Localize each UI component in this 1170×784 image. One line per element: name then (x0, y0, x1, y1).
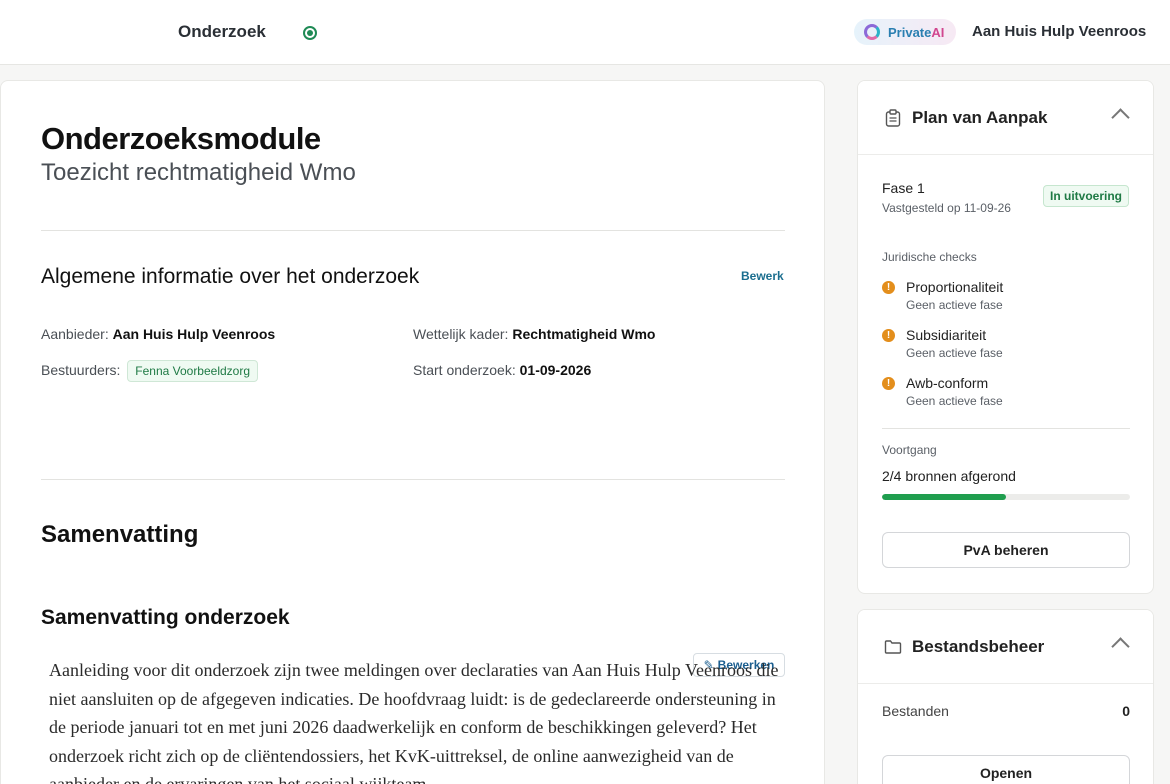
check-name: Proportionaliteit (906, 279, 1004, 295)
plan-title: Plan van Aanpak (912, 107, 1048, 127)
directors-info: Bestuurders: Fenna Voorbeeldzorg (41, 360, 259, 382)
phase-status-badge: In uitvoering (1043, 185, 1129, 207)
provider-info: Aanbieder: Aan Huis Hulp Veenroos (41, 326, 275, 342)
summary-subheading: Samenvatting onderzoek (41, 606, 290, 629)
clipboard-icon (884, 108, 902, 127)
files-label: Bestanden (882, 703, 949, 719)
progress-text: 2/4 bronnen afgerond (882, 468, 1016, 484)
legal-label: Wettelijk kader: (413, 326, 509, 342)
chevron-up-icon[interactable] (1111, 108, 1130, 127)
check-item: ! Subsidiariteit Geen actieve fase (882, 327, 1003, 360)
progress-fill (882, 494, 1006, 500)
folder-icon (884, 638, 902, 656)
progress-label: Voortgang (882, 443, 937, 457)
provider-value: Aan Huis Hulp Veenroos (112, 326, 276, 342)
divider (41, 479, 785, 480)
check-item: ! Awb-conform Geen actieve fase (882, 375, 1003, 408)
start-info: Start onderzoek: 01-09-2026 (413, 362, 591, 378)
warning-icon: ! (882, 281, 895, 294)
brand-suffix: AI (931, 24, 945, 40)
directors-label: Bestuurders: (41, 362, 121, 378)
phase-date: Vastgesteld op 11-09-26 (882, 201, 1011, 215)
check-name: Subsidiariteit (906, 327, 987, 343)
manage-plan-button[interactable]: PvA beheren (882, 532, 1130, 568)
legal-info: Wettelijk kader: Rechtmatigheid Wmo (413, 326, 655, 342)
module-title: Onderzoeksmodule (41, 121, 321, 156)
files-card: Bestandsbeheer Bestanden 0 Openen (857, 609, 1154, 784)
user-name[interactable]: Aan Huis Hulp Veenroos (972, 23, 1146, 40)
director-tag[interactable]: Fenna Voorbeeldzorg (127, 360, 259, 382)
files-card-header[interactable]: Bestandsbeheer (858, 610, 1153, 684)
summary-text: Aanleiding voor dit onderzoek zijn twee … (49, 656, 789, 784)
check-status: Geen actieve fase (906, 394, 1003, 408)
top-bar: Onderzoek PrivateAI Aan Huis Hulp Veenro… (0, 0, 1170, 65)
files-row: Bestanden 0 (882, 703, 1130, 719)
plan-card-header[interactable]: Plan van Aanpak (858, 81, 1153, 155)
start-label: Start onderzoek: (413, 362, 516, 378)
check-status: Geen actieve fase (906, 346, 1003, 360)
private-ai-label: PrivateAI (888, 25, 944, 40)
legal-value: Rechtmatigheid Wmo (512, 326, 656, 342)
status-indicator-icon (303, 26, 317, 40)
check-name: Awb-conform (906, 375, 989, 391)
edit-general-link[interactable]: Bewerk (741, 269, 784, 283)
main-card: Onderzoeksmodule Toezicht rechtmatigheid… (0, 80, 825, 784)
chevron-up-icon[interactable] (1111, 637, 1130, 656)
open-files-button[interactable]: Openen (882, 755, 1130, 784)
progress-bar (882, 494, 1130, 500)
checks-label: Juridische checks (882, 250, 977, 264)
phase-name: Fase 1 (882, 180, 925, 196)
divider (41, 230, 785, 231)
page-title: Onderzoek (178, 22, 266, 41)
warning-icon: ! (882, 377, 895, 390)
check-status: Geen actieve fase (906, 298, 1003, 312)
plan-card: Plan van Aanpak Fase 1 Vastgesteld op 11… (857, 80, 1154, 594)
module-subtitle: Toezicht rechtmatigheid Wmo (41, 159, 356, 186)
provider-label: Aanbieder: (41, 326, 109, 342)
general-info-heading: Algemene informatie over het onderzoek (41, 265, 420, 288)
summary-heading: Samenvatting (41, 521, 199, 548)
start-value: 01-09-2026 (519, 362, 592, 378)
brand-prefix: Private (888, 24, 932, 40)
private-ai-button[interactable]: PrivateAI (854, 19, 956, 45)
check-item: ! Proportionaliteit Geen actieve fase (882, 279, 1003, 312)
warning-icon: ! (882, 329, 895, 342)
files-title: Bestandsbeheer (912, 636, 1045, 656)
files-count: 0 (1122, 703, 1130, 719)
divider (882, 428, 1130, 429)
summary-body: Aanleiding voor dit onderzoek zijn twee … (49, 660, 779, 784)
private-ai-icon (864, 24, 880, 40)
